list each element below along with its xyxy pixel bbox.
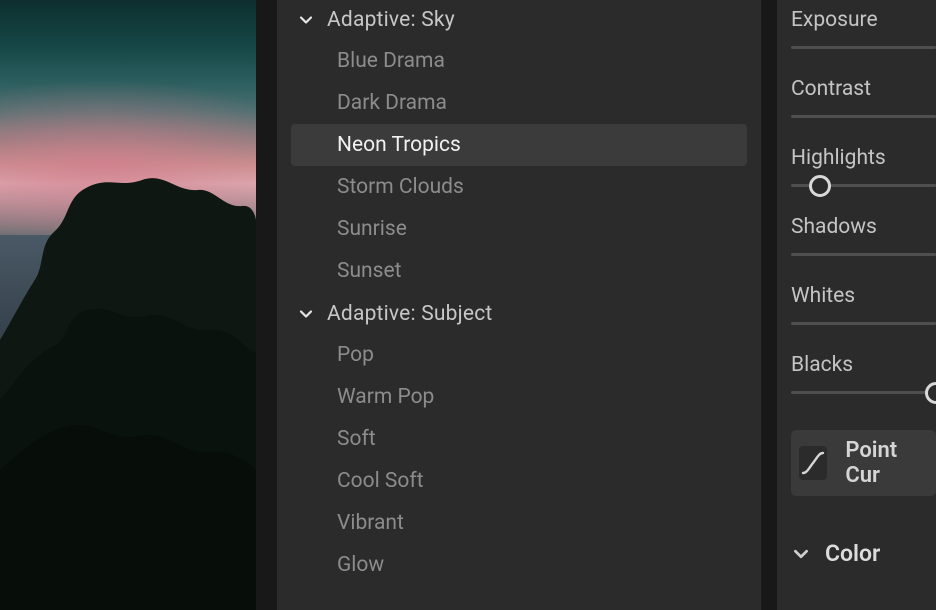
contrast-label: Contrast [791, 77, 936, 101]
preset-item-pop[interactable]: Pop [291, 334, 747, 376]
slider-track[interactable] [791, 253, 936, 256]
color-section-label: Color [825, 540, 880, 567]
tree-silhouette-icon [0, 170, 256, 610]
highlights-label: Highlights [791, 146, 936, 170]
slider-track[interactable] [791, 184, 936, 187]
preset-item-storm-clouds[interactable]: Storm Clouds [291, 166, 747, 208]
preset-item-sunrise[interactable]: Sunrise [291, 208, 747, 250]
slider-track[interactable] [791, 391, 936, 394]
color-section-header[interactable]: Color [791, 540, 936, 567]
presets-panel: Adaptive: Sky Blue Drama Dark Drama Neon… [277, 0, 762, 610]
point-curve-label: Point Cur [845, 438, 922, 488]
preset-group-label: Adaptive: Sky [327, 8, 455, 32]
curve-icon [799, 446, 827, 480]
panel-divider [762, 0, 777, 610]
whites-label: Whites [791, 284, 936, 308]
adjustments-panel: Exposure Contrast Highlights Shadows Whi… [777, 0, 936, 610]
preset-item-warm-pop[interactable]: Warm Pop [291, 376, 747, 418]
preset-item-sunset[interactable]: Sunset [291, 250, 747, 292]
shadows-label: Shadows [791, 215, 936, 239]
preset-item-glow[interactable]: Glow [291, 544, 747, 586]
shadows-slider[interactable]: Shadows [791, 215, 936, 256]
chevron-down-icon [297, 11, 315, 29]
exposure-label: Exposure [791, 8, 936, 32]
exposure-slider[interactable]: Exposure [791, 8, 936, 49]
preset-item-dark-drama[interactable]: Dark Drama [291, 82, 747, 124]
contrast-slider[interactable]: Contrast [791, 77, 936, 118]
slider-thumb[interactable] [925, 382, 936, 404]
blacks-slider[interactable]: Blacks [791, 353, 936, 394]
preset-item-soft[interactable]: Soft [291, 418, 747, 460]
slider-track[interactable] [791, 115, 936, 118]
highlights-slider[interactable]: Highlights [791, 146, 936, 187]
preset-item-blue-drama[interactable]: Blue Drama [291, 40, 747, 82]
panel-divider [256, 0, 277, 610]
preset-group-label: Adaptive: Subject [327, 302, 492, 326]
slider-track[interactable] [791, 322, 936, 325]
chevron-down-icon [297, 305, 315, 323]
whites-slider[interactable]: Whites [791, 284, 936, 325]
chevron-down-icon [791, 544, 811, 564]
preset-item-cool-soft[interactable]: Cool Soft [291, 460, 747, 502]
preset-item-vibrant[interactable]: Vibrant [291, 502, 747, 544]
slider-track[interactable] [791, 46, 936, 49]
point-curve-button[interactable]: Point Cur [791, 430, 936, 496]
preset-group-adaptive-sky[interactable]: Adaptive: Sky [291, 0, 747, 40]
slider-thumb[interactable] [809, 175, 831, 197]
preset-group-adaptive-subject[interactable]: Adaptive: Subject [291, 292, 747, 334]
image-preview [0, 0, 256, 610]
blacks-label: Blacks [791, 353, 936, 377]
preset-item-neon-tropics[interactable]: Neon Tropics [291, 124, 747, 166]
